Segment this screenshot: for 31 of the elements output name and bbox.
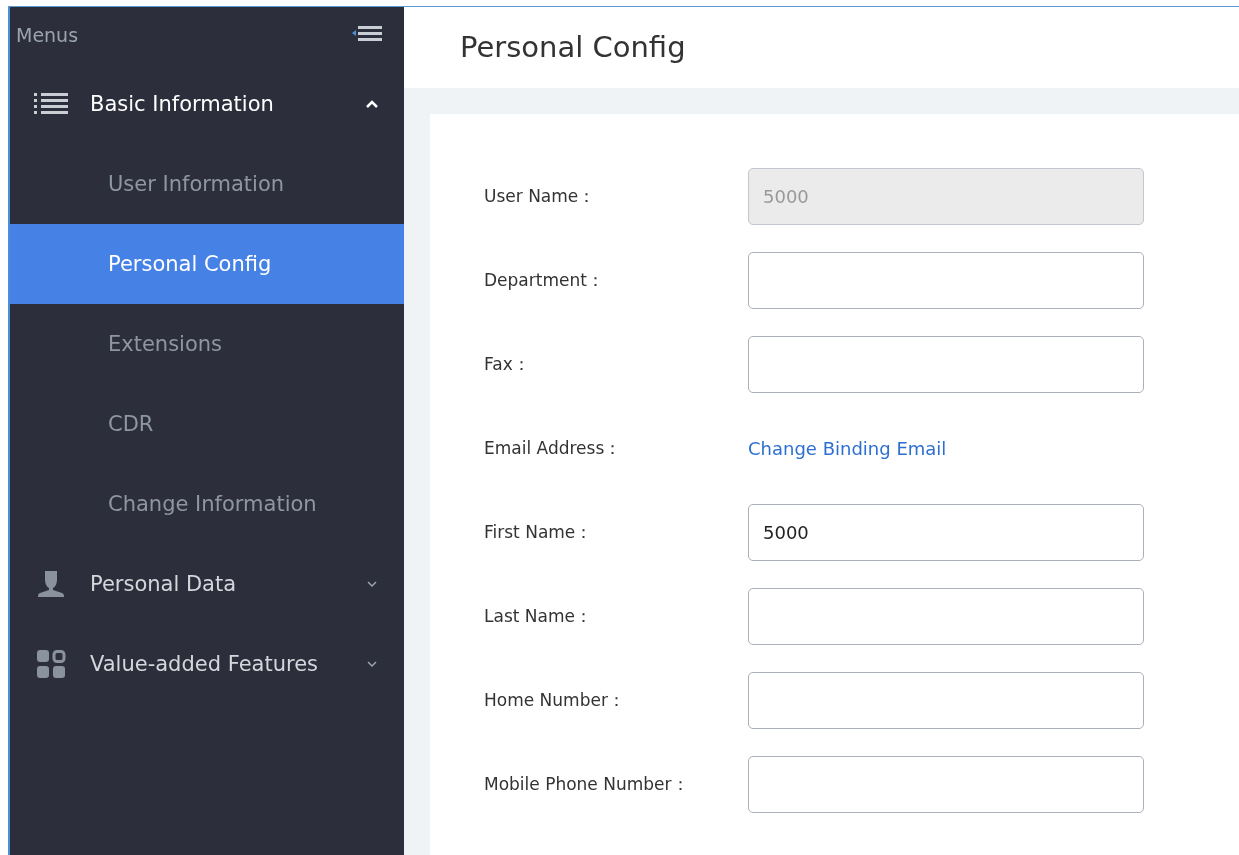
chevron-down-icon — [366, 580, 378, 588]
field-label: Email Address： — [484, 437, 623, 460]
grid-icon — [36, 649, 66, 679]
field-label: Fax： — [484, 353, 531, 376]
field-label: User Name： — [484, 185, 597, 208]
page-title: Personal Config — [404, 6, 1239, 88]
menu-item[interactable]: Change Information — [10, 464, 404, 544]
text-field[interactable]: 5000 — [748, 504, 1144, 561]
menu-title: Menus — [16, 24, 79, 46]
menu-group[interactable]: Basic Information — [10, 64, 404, 144]
menu-item[interactable]: User Information — [10, 144, 404, 224]
chevron-down-icon — [366, 660, 378, 668]
text-field[interactable] — [748, 588, 1144, 645]
menu-item[interactable]: Extensions — [10, 304, 404, 384]
text-field[interactable] — [748, 672, 1144, 729]
change-email-link[interactable]: Change Binding Email — [748, 438, 947, 459]
menu-item[interactable]: CDR — [10, 384, 404, 464]
menu-group[interactable]: Value-added Features — [10, 624, 404, 704]
menu-item[interactable]: Personal Config — [10, 224, 404, 304]
field-label: Mobile Phone Number： — [484, 773, 690, 796]
menu-group[interactable]: Personal Data — [10, 544, 404, 624]
person-icon — [36, 569, 66, 599]
list-icon — [34, 92, 68, 116]
field-label: Department： — [484, 269, 605, 292]
field-label: First Name： — [484, 521, 594, 544]
text-field[interactable] — [748, 336, 1144, 393]
field-label: Home Number： — [484, 689, 626, 712]
text-field[interactable] — [748, 756, 1144, 813]
text-field[interactable] — [748, 252, 1144, 309]
chevron-up-icon — [366, 100, 378, 108]
field-label: Last Name： — [484, 605, 593, 628]
